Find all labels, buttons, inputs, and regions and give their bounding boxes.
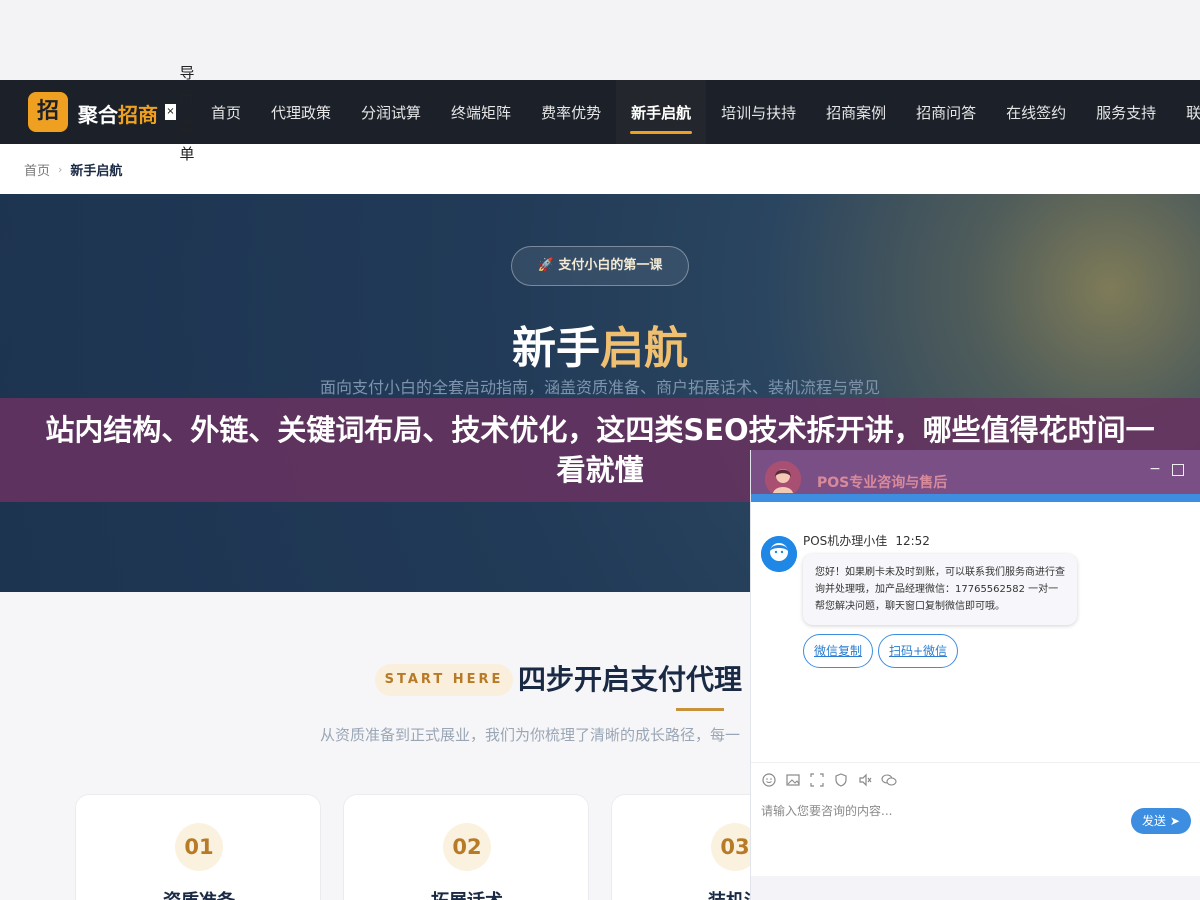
nav-item[interactable]: 联系 (1171, 80, 1200, 144)
section-title: 四步开启支付代理 (518, 663, 743, 696)
send-button[interactable]: 发送 ➤ (1131, 808, 1191, 834)
chat-message-bubble: 您好！如果刷卡未及时到账，可以联系我们服务商进行查询并处理哦，加产品经理微信：1… (803, 554, 1077, 625)
nav-item[interactable]: 终端矩阵 (436, 80, 526, 144)
breadcrumb-separator: › (58, 162, 63, 176)
hero-title: 新手启航 (0, 312, 1200, 376)
step-title: 拓展话术 (344, 887, 590, 900)
nav-item[interactable]: 分润试算 (346, 80, 436, 144)
nav-item[interactable]: 培训与扶持 (706, 80, 811, 144)
send-arrow-icon: ➤ (1169, 814, 1180, 828)
emoji-icon[interactable] (761, 772, 777, 789)
chat-title: POS专业咨询与售后 (817, 475, 948, 491)
nav-menu-toggle[interactable]: 导航菜单 (178, 60, 196, 168)
chat-window: POS专业咨询与售后 − POS机办理小佳 12:52 您好！如果刷卡未及时到账，… (750, 450, 1200, 900)
image-icon[interactable] (785, 773, 801, 789)
screenshot-icon[interactable] (809, 772, 825, 789)
maximize-icon[interactable] (1172, 464, 1184, 476)
nav-item[interactable]: 新手启航 (616, 80, 707, 144)
nav-item[interactable]: 招商案例 (811, 80, 901, 144)
step-card[interactable]: 01 资质准备 (75, 794, 321, 900)
brand-name[interactable]: 聚合招商 (78, 99, 158, 128)
send-label: 发送 (1142, 814, 1167, 828)
section-subtitle: 从资质准备到正式展业，我们为你梳理了清晰的成长路径，每一 (320, 726, 741, 744)
step-number: 01 (175, 823, 223, 871)
wechat-icon[interactable] (881, 773, 897, 789)
nav-menu: 首页 代理政策 分润试算 终端矩阵 费率优势 新手启航 培训与扶持 招商案例 招商问答 在线签约服… (196, 80, 1200, 144)
mute-icon[interactable] (857, 773, 873, 789)
message-time: 12:52 (895, 534, 930, 548)
scan-wechat-button[interactable]: 扫码+微信 (878, 634, 958, 668)
support-avatar-svg (765, 461, 801, 497)
chat-footer (751, 876, 1200, 900)
minimize-icon[interactable]: − (1148, 462, 1162, 476)
nav-item[interactable]: 首页 (196, 80, 256, 144)
start-here-pill: START HERE (375, 664, 513, 696)
brand-main: 聚合 (78, 103, 118, 127)
logo-badge[interactable]: 招 (28, 92, 68, 132)
nav-item[interactable]: 在线签约 (991, 80, 1081, 144)
close-icon[interactable]: × (165, 104, 176, 120)
breadcrumb-current: 新手启航 (70, 163, 123, 179)
step-number: 02 (443, 823, 491, 871)
nav-item[interactable]: 费率优势 (526, 80, 616, 144)
agent-avatar-icon (761, 536, 797, 572)
chat-toolbar (751, 762, 1200, 798)
shield-icon[interactable] (833, 772, 849, 789)
chat-header[interactable]: POS专业咨询与售后 − (751, 450, 1200, 502)
step-card[interactable]: 02 拓展话术 (343, 794, 589, 900)
chat-message-input[interactable] (761, 800, 1121, 822)
brand-accent: 招商 (118, 103, 158, 127)
hero-badge: 🚀 支付小白的第一课 (511, 246, 689, 286)
hero-title-main: 新手 (512, 323, 600, 374)
breadcrumb-home[interactable]: 首页 (24, 160, 50, 179)
nav-item[interactable]: 服务支持 (1081, 80, 1171, 144)
nav-item[interactable]: 招商问答 (901, 80, 991, 144)
copy-wechat-button[interactable]: 微信复制 (803, 634, 873, 668)
agent-name: POS机办理小佳 (803, 534, 888, 548)
agent-meta: POS机办理小佳 12:52 (803, 532, 930, 549)
nav-item[interactable]: 代理政策 (256, 80, 346, 144)
agent-avatar-svg (761, 536, 797, 572)
title-underline (676, 708, 724, 711)
step-title: 资质准备 (76, 887, 322, 900)
support-avatar-icon (765, 461, 801, 497)
hero-title-accent: 启航 (600, 323, 688, 374)
